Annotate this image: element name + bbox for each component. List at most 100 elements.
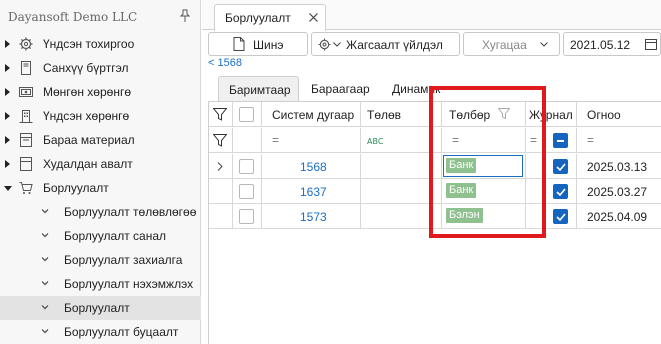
chevron-down-icon	[41, 209, 49, 214]
row-expander[interactable]	[209, 204, 233, 229]
journal-checkbox[interactable]	[553, 159, 568, 174]
journal-filter-checkbox[interactable]	[553, 133, 568, 148]
journal-checkbox[interactable]	[553, 209, 568, 224]
tab-label: Бараагаар	[311, 82, 370, 96]
sidebar-subitem-sales-return[interactable]: Борлуулалт буцаалт	[0, 320, 201, 344]
sidebar-subitem-label: Борлуулалт төлөвлөгөө	[64, 205, 197, 219]
close-icon[interactable]	[308, 12, 319, 23]
row-expander[interactable]	[209, 154, 233, 179]
sidebar-subitem-label: Борлуулалт санал	[64, 229, 167, 243]
cell-system-number[interactable]: 1568	[262, 154, 361, 179]
expand-arrow-icon[interactable]	[5, 136, 10, 144]
chevron-right-icon[interactable]	[217, 162, 223, 171]
chevron-down-icon	[41, 329, 49, 334]
list-actions-button[interactable]: Жагсаалт үйлдэл	[311, 32, 460, 56]
row-select-cell[interactable]	[233, 204, 262, 229]
cell-date[interactable]: 2025.04.09	[577, 204, 661, 229]
filter-icon[interactable]	[213, 134, 227, 147]
highlight-box	[429, 86, 546, 238]
new-document-icon	[233, 37, 245, 51]
back-link[interactable]: < 1568	[208, 57, 242, 69]
expand-arrow-icon[interactable]	[5, 40, 10, 48]
expand-arrow-icon[interactable]	[5, 88, 10, 96]
chevron-down-icon	[41, 281, 49, 286]
column-header-label: Төлөв	[367, 108, 402, 122]
cell-date[interactable]: 2025.03.27	[577, 179, 661, 204]
system-number-link[interactable]: 1637	[300, 185, 327, 199]
sidebar-subitem-sales-order[interactable]: Борлуулалт захиалга	[0, 248, 201, 272]
sidebar-subitem-sales-plan[interactable]: Борлуулалт төлөвлөгөө	[0, 200, 201, 224]
tab-label: Борлуулалт	[225, 11, 291, 25]
tab-sales[interactable]: Борлуулалт	[214, 4, 326, 31]
check-icon	[556, 188, 566, 196]
row-checkbox[interactable]	[239, 184, 254, 199]
filter-row-icon-cell	[209, 128, 233, 153]
sidebar-item-sales[interactable]: Борлуулалт	[0, 176, 201, 200]
text-filter-icon: ABC	[367, 137, 383, 145]
date-value: 2025.03.27	[587, 185, 648, 199]
expand-arrow-icon[interactable]	[5, 112, 10, 120]
sidebar-subitem-label: Борлуулалт захиалга	[64, 253, 183, 267]
tab-label: Баримтаар	[229, 83, 291, 97]
select-all-checkbox[interactable]	[239, 107, 254, 122]
minus-icon	[557, 140, 564, 142]
expand-arrow-icon[interactable]	[5, 64, 10, 72]
list-actions-label: Жагсаалт үйлдэл	[346, 38, 443, 52]
select-all-cell[interactable]	[233, 102, 262, 127]
system-number-link[interactable]: 1573	[300, 210, 327, 224]
company-name: Dayansoft Demo LLC	[8, 10, 138, 24]
gear-icon	[318, 38, 331, 51]
svg-text:ABC: ABC	[367, 137, 383, 145]
sidebar-subitem-sales[interactable]: Борлуулалт	[0, 296, 201, 320]
filter-icon[interactable]	[213, 108, 227, 121]
sidebar-subitem-label: Борлуулалт буцаалт	[64, 325, 179, 339]
date-field[interactable]: 2021.05.12	[563, 32, 661, 56]
sidebar-item-label: Санхүү бүртгэл	[43, 61, 129, 75]
row-checkbox[interactable]	[239, 209, 254, 224]
column-header-system-number[interactable]: Систем дугаар	[262, 102, 361, 127]
sidebar-item-inventory[interactable]: Бараа материал	[0, 128, 201, 152]
row-select-cell[interactable]	[233, 154, 262, 179]
sidebar-subitem-label: Борлуулалт	[64, 301, 130, 315]
cell-date[interactable]: 2025.03.13	[577, 154, 661, 179]
journal-checkbox[interactable]	[553, 184, 568, 199]
system-number-link[interactable]: 1568	[300, 160, 327, 174]
date-value: 2025.04.09	[587, 210, 648, 224]
sidebar-item-accounting[interactable]: Санхүү бүртгэл	[0, 56, 201, 80]
row-expander[interactable]	[209, 179, 233, 204]
period-placeholder: Хугацаа	[482, 38, 527, 52]
check-icon	[556, 213, 566, 221]
filter-cell	[233, 128, 262, 153]
sidebar-item-settings[interactable]: Үндсэн тохиргоо	[0, 32, 201, 56]
filter-toggle-cell[interactable]	[209, 102, 233, 127]
tab-by-product[interactable]: Бараагаар	[303, 76, 381, 101]
check-icon	[556, 163, 566, 171]
sidebar-item-label: Борлуулалт	[43, 181, 109, 195]
cell-system-number[interactable]: 1637	[262, 179, 361, 204]
sidebar-item-cash[interactable]: Мөнгөн хөрөнгө	[0, 80, 201, 104]
sidebar-item-purchase[interactable]: Худалдан авалт	[0, 152, 201, 176]
collapse-arrow-icon[interactable]	[4, 186, 12, 191]
period-select[interactable]: Хугацаа	[463, 32, 560, 56]
sidebar-item-label: Худалдан авалт	[43, 157, 133, 171]
cell-system-number[interactable]: 1573	[262, 204, 361, 229]
sidebar-item-fixed-assets[interactable]: Үндсэн хөрөнгө	[0, 104, 201, 128]
calendar-icon[interactable]	[645, 38, 657, 50]
filter-date[interactable]: =	[577, 128, 661, 153]
sidebar-item-label: Мөнгөн хөрөнгө	[43, 85, 132, 99]
sidebar: Dayansoft Demo LLC Үндсэн тохиргоо Санхү…	[0, 0, 201, 344]
column-header-date[interactable]: Огноо	[577, 102, 661, 127]
cart-icon	[19, 182, 33, 194]
gear-icon	[19, 37, 33, 51]
sidebar-subitem-sales-offer[interactable]: Борлуулалт санал	[0, 224, 201, 248]
new-button[interactable]: Шинэ	[208, 32, 308, 56]
expand-arrow-icon[interactable]	[5, 160, 10, 168]
filter-system-number[interactable]: =	[262, 128, 361, 153]
pin-icon[interactable]	[178, 9, 192, 23]
row-checkbox[interactable]	[239, 159, 254, 174]
tab-by-document[interactable]: Баримтаар	[218, 76, 299, 101]
row-select-cell[interactable]	[233, 179, 262, 204]
sidebar-subitem-sales-invoice[interactable]: Борлуулалт нэхэмжлэх	[0, 272, 201, 296]
date-value: 2021.05.12	[570, 38, 631, 52]
ledger-icon	[21, 61, 31, 75]
